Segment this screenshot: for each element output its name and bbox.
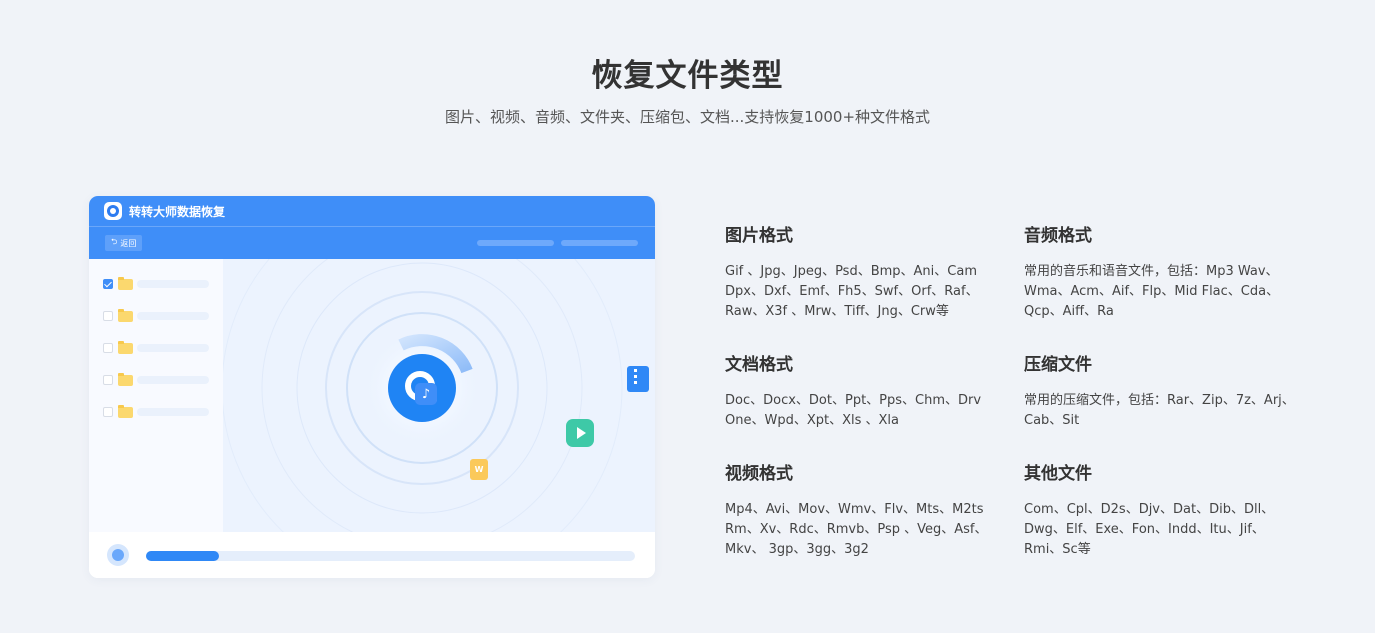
zip-file-icon (627, 366, 649, 392)
back-button[interactable]: ⮌ 返回 (105, 235, 143, 251)
format-list: Doc、Docx、Dot、Ppt、Pps、Chm、Drv One、Wpd、Xpt… (725, 393, 982, 428)
scan-progress-fill (146, 551, 220, 561)
format-card-image: 图片格式 Gif 、Jpg、Jpeg、Psd、Bmp、Ani、Cam Dpx、D… (725, 221, 1000, 322)
folder-icon (118, 340, 133, 354)
folder-icon (118, 276, 133, 290)
file-tree-row[interactable] (103, 276, 209, 291)
row-label-placeholder (137, 280, 209, 288)
format-title: 图片格式 (725, 226, 793, 246)
page-title: 恢复文件类型 (591, 58, 784, 94)
file-tree-row[interactable] (103, 372, 209, 387)
row-checkbox[interactable] (103, 279, 113, 289)
word-doc-icon: W (470, 459, 488, 480)
page-subtitle: 图片、视频、音频、文件夹、压缩包、文档...支持恢复1000+种文件格式 (444, 108, 931, 126)
row-label-placeholder (137, 376, 209, 384)
format-card-video: 视频格式 Mp4、Avi、Mov、Wmv、Flv、Mts、M2ts Rm、Xv、… (725, 459, 1000, 560)
format-title: 视频格式 (725, 464, 793, 484)
format-title: 压缩文件 (1024, 355, 1092, 375)
format-title: 文档格式 (725, 355, 793, 375)
app-window-mockup: 转转大师数据恢复 ⮌ 返回 ♪ W (89, 196, 655, 578)
file-tree-sidebar (89, 259, 223, 532)
row-checkbox[interactable] (103, 407, 113, 417)
scan-visual-area: ♪ W (223, 259, 655, 532)
app-name: 转转大师数据恢复 (129, 204, 226, 219)
file-tree-row[interactable] (103, 308, 209, 323)
format-list: 常用的音乐和语音文件，包括：Mp3 Wav、Wma、Acm、Aif、Flp、Mi… (1024, 264, 1280, 319)
folder-icon (118, 372, 133, 386)
scan-progress-bar (146, 551, 635, 561)
toolbar-placeholder-bar (561, 240, 638, 246)
toolbar-placeholder-bar (477, 240, 554, 246)
app-footer (89, 532, 655, 578)
row-label-placeholder (137, 312, 209, 320)
file-tree-row[interactable] (103, 404, 209, 419)
scan-radar-graphic (223, 259, 623, 532)
format-title: 其他文件 (1024, 464, 1092, 484)
row-checkbox[interactable] (103, 375, 113, 385)
back-button-label: 返回 (120, 238, 137, 248)
row-checkbox[interactable] (103, 343, 113, 353)
format-list: Com、Cpl、D2s、Djv、Dat、Dib、Dll、Dwg、Elf、Exe、… (1024, 502, 1275, 557)
format-list: 常用的压缩文件，包括：Rar、Zip、7z、Arj、Cab、Sit (1024, 393, 1295, 428)
app-toolbar: ⮌ 返回 (89, 227, 655, 259)
format-card-audio: 音频格式 常用的音乐和语音文件，包括：Mp3 Wav、Wma、Acm、Aif、F… (1024, 221, 1299, 322)
format-list: Gif 、Jpg、Jpeg、Psd、Bmp、Ani、Cam Dpx、Dxf、Em… (725, 264, 979, 319)
row-label-placeholder (137, 344, 209, 352)
folder-icon (118, 404, 133, 418)
music-note-icon: ♪ (415, 383, 437, 405)
format-card-document: 文档格式 Doc、Docx、Dot、Ppt、Pps、Chm、Drv One、Wp… (725, 350, 1000, 431)
row-label-placeholder (137, 408, 209, 416)
format-list: Mp4、Avi、Mov、Wmv、Flv、Mts、M2ts Rm、Xv、Rdc、R… (725, 502, 988, 557)
scan-status-icon (107, 544, 129, 566)
format-title: 音频格式 (1024, 226, 1092, 246)
row-checkbox[interactable] (103, 311, 113, 321)
file-tree-row[interactable] (103, 340, 209, 355)
format-card-archive: 压缩文件 常用的压缩文件，包括：Rar、Zip、7z、Arj、Cab、Sit (1024, 350, 1299, 431)
app-logo-icon (104, 202, 122, 220)
folder-icon (118, 308, 133, 322)
format-card-other: 其他文件 Com、Cpl、D2s、Djv、Dat、Dib、Dll、Dwg、Elf… (1024, 459, 1299, 560)
app-titlebar: 转转大师数据恢复 (89, 196, 655, 227)
play-icon (566, 419, 594, 447)
back-arrow-icon: ⮌ (111, 237, 118, 246)
